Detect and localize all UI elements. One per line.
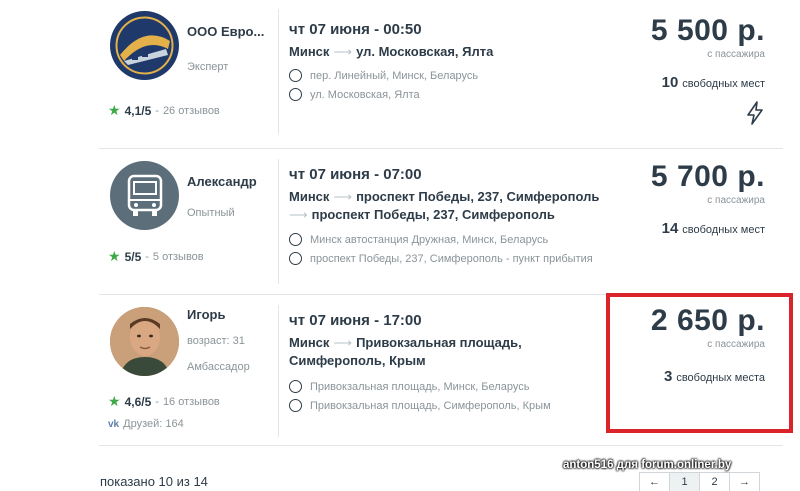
pager-prev[interactable]: ← xyxy=(639,472,670,491)
radio-icon xyxy=(289,233,302,246)
star-icon: ★ xyxy=(108,102,121,118)
trip-date: чт 07 июня - 07:00 xyxy=(289,166,422,183)
trip-card[interactable]: ООО Евро... Эксперт ★ 4,1/5 - 26 отзывов… xyxy=(99,0,783,148)
rating-value: 4,6/5 xyxy=(124,394,152,409)
rating-value: 4,1/5 xyxy=(124,103,152,118)
avatar xyxy=(110,307,179,376)
results-count: показано 10 из 14 xyxy=(100,474,208,489)
driver-status: Амбассадор xyxy=(187,361,250,373)
radio-icon xyxy=(289,252,302,265)
stop-label: Привокзальная площадь, Симферополь, Крым xyxy=(310,399,551,412)
watermark: anton516 для forum.onliner.by xyxy=(563,459,732,471)
reviews-count: 16 отзывов xyxy=(162,395,220,408)
stop-departure[interactable]: Минск автостанция Дружная, Минск, Белару… xyxy=(289,233,613,246)
pager-next[interactable]: → xyxy=(729,472,760,491)
card-divider xyxy=(278,305,279,437)
radio-icon xyxy=(289,88,302,101)
seats-label: свободных мест xyxy=(682,224,765,236)
stop-departure[interactable]: Привокзальная площадь, Минск, Беларусь xyxy=(289,380,613,393)
trip-card[interactable]: Александр Опытный ★ 5/5 - 5 отзывов чт 0… xyxy=(99,148,783,294)
driver-status: Эксперт xyxy=(187,61,229,73)
free-seats: 10 свободных мест xyxy=(651,74,765,91)
stop-label: ул. Московская, Ялта xyxy=(310,88,420,101)
seats-label: свободных мест xyxy=(682,78,765,90)
driver-name[interactable]: Александр xyxy=(187,174,257,189)
driver-age: возраст: 31 xyxy=(187,335,245,347)
card-divider xyxy=(278,159,279,284)
trip-route: Минск ⟶ Привокзальная площадь, Симферополь… xyxy=(289,334,613,370)
seats-number: 14 xyxy=(661,220,679,237)
trip-info: чт 07 июня - 07:00 Минск ⟶ проспект Победы… xyxy=(289,166,613,265)
price: 5 500 р. xyxy=(650,14,765,47)
arrow-icon: ⟶ xyxy=(333,44,353,59)
rating-sep: - xyxy=(145,250,149,263)
driver-name[interactable]: Игорь xyxy=(187,307,225,322)
rating-value: 5/5 xyxy=(124,249,142,264)
lightning-icon xyxy=(745,101,765,130)
seats-number: 10 xyxy=(661,74,679,91)
trip-info: чт 07 июня - 17:00 Минск ⟶ Привокзальная п… xyxy=(289,312,613,412)
pagination: ← 1 2 → xyxy=(639,472,760,491)
trip-route: Минск ⟶ ул. Московская, Ялта xyxy=(289,43,613,61)
trip-info: чт 07 июня - 00:50 Минск ⟶ ул. Московская,… xyxy=(289,21,613,101)
price-per: с пассажира xyxy=(707,49,765,60)
card-divider xyxy=(278,9,279,134)
reviews-count: 26 отзывов xyxy=(162,104,220,117)
route-to: Привокзальная площадь, xyxy=(356,335,522,350)
driver-status: Опытный xyxy=(187,207,235,219)
driver-rating: ★ 4,1/5 - 26 отзывов xyxy=(108,102,220,119)
route-to: ул. Московская, Ялта xyxy=(356,44,494,59)
stop-label: пер. Линейный, Минск, Беларусь xyxy=(310,69,479,82)
driver-rating: ★ 5/5 - 5 отзывов xyxy=(108,248,204,265)
arrow-icon: ⟶ xyxy=(333,189,353,204)
driver-name[interactable]: ООО Евро... xyxy=(187,24,264,39)
stop-arrival[interactable]: Привокзальная площадь, Симферополь, Крым xyxy=(289,399,613,412)
route-from: Минск xyxy=(289,44,330,59)
route-to-2: Симферополь, Крым xyxy=(289,353,426,368)
friends-count: Друзей: 164 xyxy=(123,418,184,430)
company-logo xyxy=(110,11,179,80)
route-to: проспект Победы, 237, Симферополь xyxy=(356,189,600,204)
star-icon: ★ xyxy=(108,248,121,264)
radio-icon xyxy=(289,380,302,393)
pager-page-1[interactable]: 1 xyxy=(669,472,700,491)
route-to-2: проспект Победы, 237, Симферополь xyxy=(311,207,555,222)
price-per: с пассажира xyxy=(707,195,765,206)
rating-sep: - xyxy=(155,104,159,117)
driver-rating: ★ 4,6/5 - 16 отзывов xyxy=(108,393,220,410)
highlight-frame xyxy=(606,293,793,433)
stop-departure[interactable]: пер. Линейный, Минск, Беларусь xyxy=(289,69,613,82)
stop-label: Минск автостанция Дружная, Минск, Белару… xyxy=(310,233,549,246)
stop-arrival[interactable]: ул. Московская, Ялта xyxy=(289,88,613,101)
reviews-count: 5 отзывов xyxy=(152,250,204,263)
rating-sep: - xyxy=(155,395,159,408)
radio-icon xyxy=(289,399,302,412)
route-from: Минск xyxy=(289,335,330,350)
vk-friends[interactable]: vk Друзей: 164 xyxy=(108,418,184,430)
trip-date: чт 07 июня - 00:50 xyxy=(289,21,422,38)
price-block: 5 500 р. с пассажира 10 свободных мест xyxy=(651,15,765,130)
vk-icon: vk xyxy=(108,418,120,430)
radio-icon xyxy=(289,69,302,82)
price: 5 700 р. xyxy=(650,160,765,193)
price-block: 5 700 р. с пассажира 14 свободных мест xyxy=(650,160,765,238)
route-from: Минск xyxy=(289,189,330,204)
free-seats: 14 свободных мест xyxy=(651,220,765,237)
bus-icon xyxy=(127,174,162,216)
trip-route: Минск ⟶ проспект Победы, 237, Симферополь … xyxy=(289,188,613,224)
arrow-icon: ⟶ xyxy=(333,335,353,350)
stop-arrival[interactable]: проспект Победы, 237, Симферополь - пунк… xyxy=(289,252,613,265)
stop-label: Привокзальная площадь, Минск, Беларусь xyxy=(310,380,530,393)
pager-page-2[interactable]: 2 xyxy=(699,472,730,491)
arrow-icon: ⟶ xyxy=(289,207,308,222)
stop-label: проспект Победы, 237, Симферополь - пунк… xyxy=(310,252,593,265)
avatar xyxy=(110,161,179,230)
trip-date: чт 07 июня - 17:00 xyxy=(289,312,422,329)
star-icon: ★ xyxy=(108,393,121,409)
